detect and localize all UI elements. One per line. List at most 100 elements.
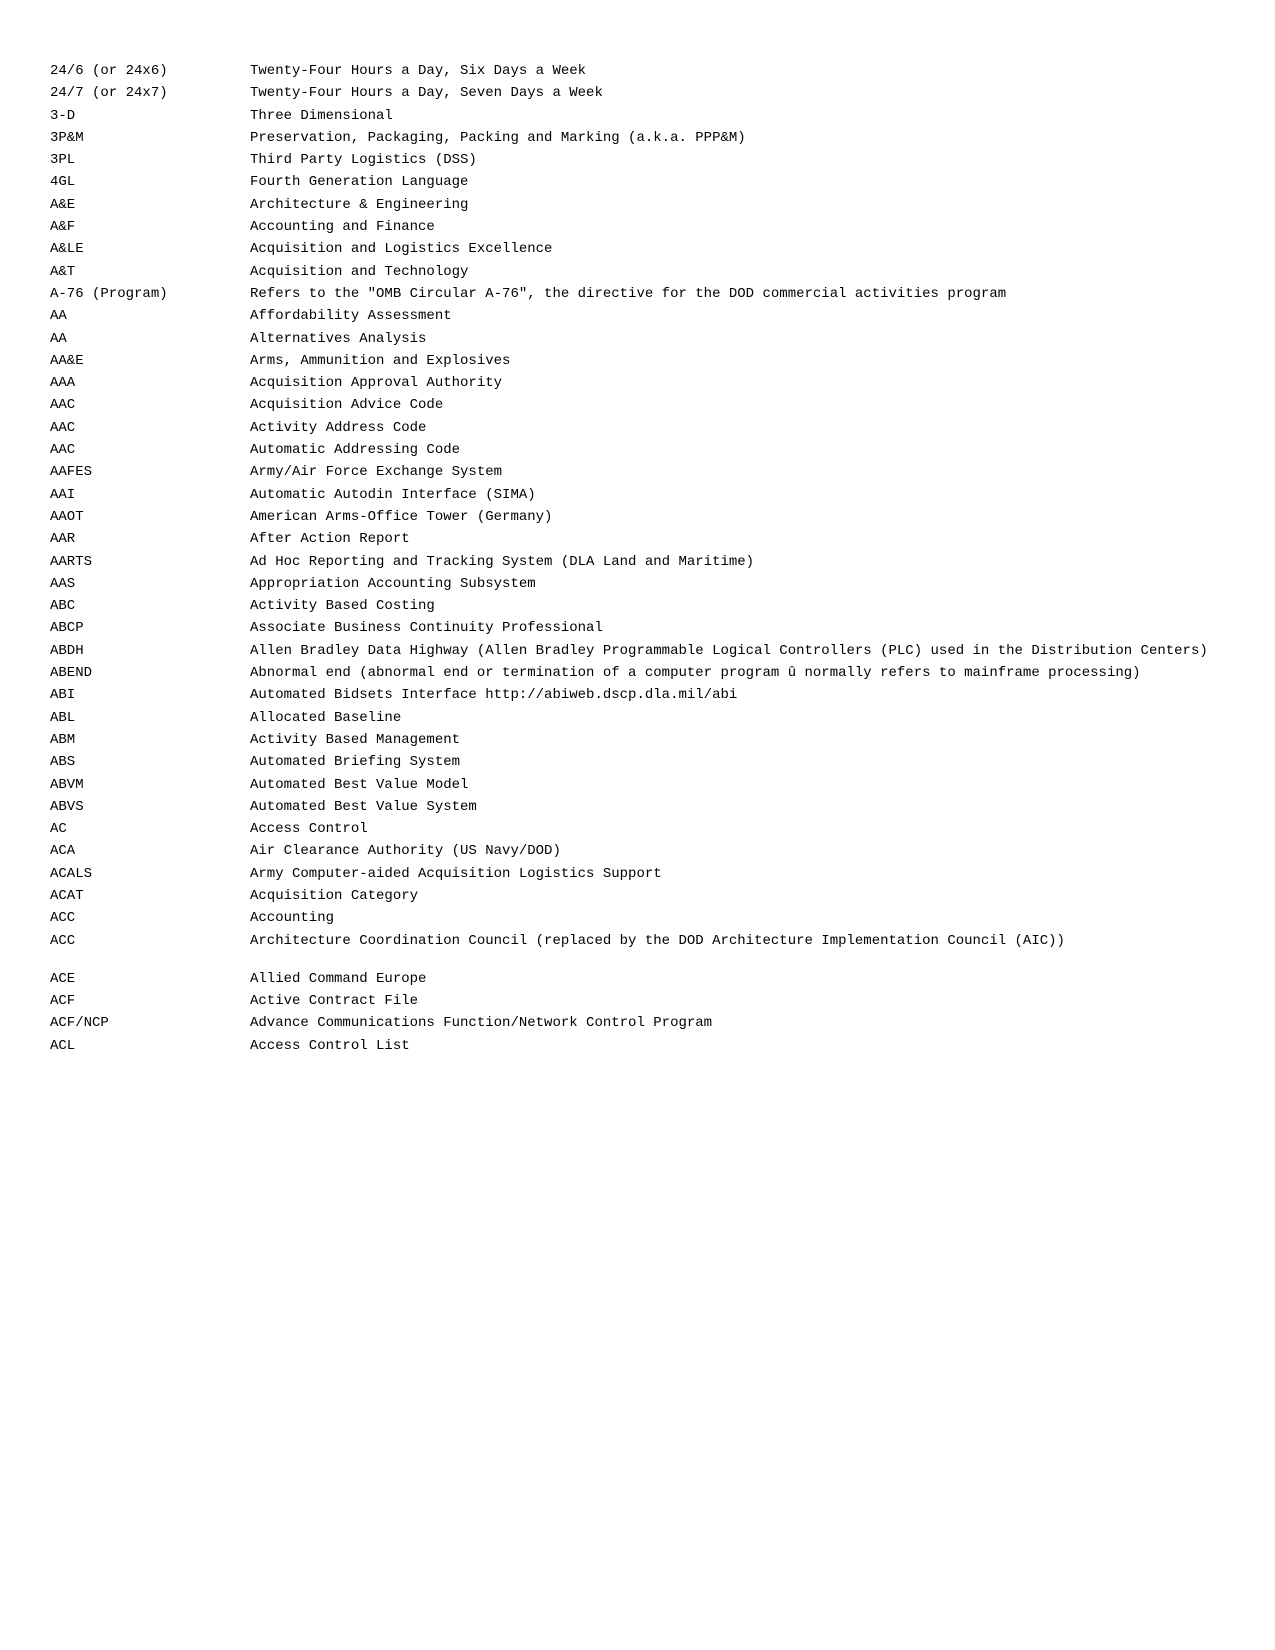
definition: Acquisition Category — [250, 885, 1225, 907]
definition: Automated Bidsets Interface http://abiwe… — [250, 684, 1225, 706]
list-item: AAAAcquisition Approval Authority — [50, 372, 1225, 394]
definition: Three Dimensional — [250, 105, 1225, 127]
abbreviation: AAI — [50, 484, 250, 506]
definition: Activity Based Costing — [250, 595, 1225, 617]
definition: Automatic Autodin Interface (SIMA) — [250, 484, 1225, 506]
list-item: AARAfter Action Report — [50, 528, 1225, 550]
definition: Affordability Assessment — [250, 305, 1225, 327]
list-item: ABCPAssociate Business Continuity Profes… — [50, 617, 1225, 639]
definition: Active Contract File — [250, 990, 1225, 1012]
definition: Arms, Ammunition and Explosives — [250, 350, 1225, 372]
list-item: ACALSArmy Computer-aided Acquisition Log… — [50, 863, 1225, 885]
list-item: AAFESArmy/Air Force Exchange System — [50, 461, 1225, 483]
definition: Activity Based Management — [250, 729, 1225, 751]
definition: Activity Address Code — [250, 417, 1225, 439]
list-item: 3PLThird Party Logistics (DSS) — [50, 149, 1225, 171]
abbreviation: A&E — [50, 194, 250, 216]
list-item: ACCArchitecture Coordination Council (re… — [50, 930, 1225, 952]
list-item: ACAAir Clearance Authority (US Navy/DOD) — [50, 840, 1225, 862]
abbreviation: ABVM — [50, 774, 250, 796]
list-item: ABVSAutomated Best Value System — [50, 796, 1225, 818]
list-item: AARTSAd Hoc Reporting and Tracking Syste… — [50, 551, 1225, 573]
abbreviation: AA&E — [50, 350, 250, 372]
abbreviation: 24/6 (or 24x6) — [50, 60, 250, 82]
definition: Accounting and Finance — [250, 216, 1225, 238]
list-item: AASAppropriation Accounting Subsystem — [50, 573, 1225, 595]
definition: Appropriation Accounting Subsystem — [250, 573, 1225, 595]
definition: Twenty-Four Hours a Day, Seven Days a We… — [250, 82, 1225, 104]
list-item: A&TAcquisition and Technology — [50, 261, 1225, 283]
abbreviation: ACL — [50, 1035, 250, 1057]
abbreviation: ACC — [50, 930, 250, 952]
abbreviation: ACE — [50, 968, 250, 990]
abbreviation: 3-D — [50, 105, 250, 127]
list-item: AAAffordability Assessment — [50, 305, 1225, 327]
definition: Preservation, Packaging, Packing and Mar… — [250, 127, 1225, 149]
definition: Automated Best Value Model — [250, 774, 1225, 796]
definition: Acquisition Approval Authority — [250, 372, 1225, 394]
list-item: ABSAutomated Briefing System — [50, 751, 1225, 773]
definition: Ad Hoc Reporting and Tracking System (DL… — [250, 551, 1225, 573]
definition: After Action Report — [250, 528, 1225, 550]
abbreviation: AA — [50, 328, 250, 350]
list-item: ACFActive Contract File — [50, 990, 1225, 1012]
abbreviation: AAFES — [50, 461, 250, 483]
list-item: ACCAccounting — [50, 907, 1225, 929]
definition: Architecture Coordination Council (repla… — [250, 930, 1225, 952]
definition: Access Control List — [250, 1035, 1225, 1057]
definition: Automated Briefing System — [250, 751, 1225, 773]
abbreviation: AAOT — [50, 506, 250, 528]
list-item: AAIAutomatic Autodin Interface (SIMA) — [50, 484, 1225, 506]
abbreviation: AAS — [50, 573, 250, 595]
abbreviation: AAR — [50, 528, 250, 550]
abbreviation: 4GL — [50, 171, 250, 193]
abbreviation: ACA — [50, 840, 250, 862]
definition: Abnormal end (abnormal end or terminatio… — [250, 662, 1225, 684]
definition: Acquisition Advice Code — [250, 394, 1225, 416]
definition: Automatic Addressing Code — [250, 439, 1225, 461]
list-item: AACAcquisition Advice Code — [50, 394, 1225, 416]
abbreviation: A&T — [50, 261, 250, 283]
definition: Army/Air Force Exchange System — [250, 461, 1225, 483]
list-item: ABVMAutomated Best Value Model — [50, 774, 1225, 796]
list-item: 24/6 (or 24x6)Twenty-Four Hours a Day, S… — [50, 60, 1225, 82]
abbreviation: 3PL — [50, 149, 250, 171]
abbreviation: 24/7 (or 24x7) — [50, 82, 250, 104]
definition: Automated Best Value System — [250, 796, 1225, 818]
abbreviation: ACALS — [50, 863, 250, 885]
abbreviation: AAC — [50, 439, 250, 461]
abbreviation: ACF — [50, 990, 250, 1012]
definition: Acquisition and Technology — [250, 261, 1225, 283]
definition: Acquisition and Logistics Excellence — [250, 238, 1225, 260]
abbreviation: ABVS — [50, 796, 250, 818]
list-item: ACATAcquisition Category — [50, 885, 1225, 907]
definition: Air Clearance Authority (US Navy/DOD) — [250, 840, 1225, 862]
list-item: A&FAccounting and Finance — [50, 216, 1225, 238]
list-item: ABIAutomated Bidsets Interface http://ab… — [50, 684, 1225, 706]
abbreviation: AARTS — [50, 551, 250, 573]
definition: Twenty-Four Hours a Day, Six Days a Week — [250, 60, 1225, 82]
list-item: 3-DThree Dimensional — [50, 105, 1225, 127]
abbreviation: ABDH — [50, 640, 250, 662]
abbreviation: ACC — [50, 907, 250, 929]
list-item: 3P&MPreservation, Packaging, Packing and… — [50, 127, 1225, 149]
abbreviation: ABM — [50, 729, 250, 751]
definition: American Arms-Office Tower (Germany) — [250, 506, 1225, 528]
abbreviation: AAC — [50, 417, 250, 439]
list-item: ABLAllocated Baseline — [50, 707, 1225, 729]
list-item: 4GLFourth Generation Language — [50, 171, 1225, 193]
definition: Allen Bradley Data Highway (Allen Bradle… — [250, 640, 1225, 662]
definition: Advance Communications Function/Network … — [250, 1012, 1225, 1034]
list-item: AACAutomatic Addressing Code — [50, 439, 1225, 461]
list-item: ACEAllied Command Europe — [50, 968, 1225, 990]
abbreviation: 3P&M — [50, 127, 250, 149]
definition: Third Party Logistics (DSS) — [250, 149, 1225, 171]
abbreviation: ACAT — [50, 885, 250, 907]
list-item: ACAccess Control — [50, 818, 1225, 840]
list-item: AA&EArms, Ammunition and Explosives — [50, 350, 1225, 372]
definition: Refers to the "OMB Circular A-76", the d… — [250, 283, 1225, 305]
glossary-table: 24/6 (or 24x6)Twenty-Four Hours a Day, S… — [50, 60, 1225, 1057]
abbreviation: ABC — [50, 595, 250, 617]
list-item: ABENDAbnormal end (abnormal end or termi… — [50, 662, 1225, 684]
abbreviation: ABI — [50, 684, 250, 706]
